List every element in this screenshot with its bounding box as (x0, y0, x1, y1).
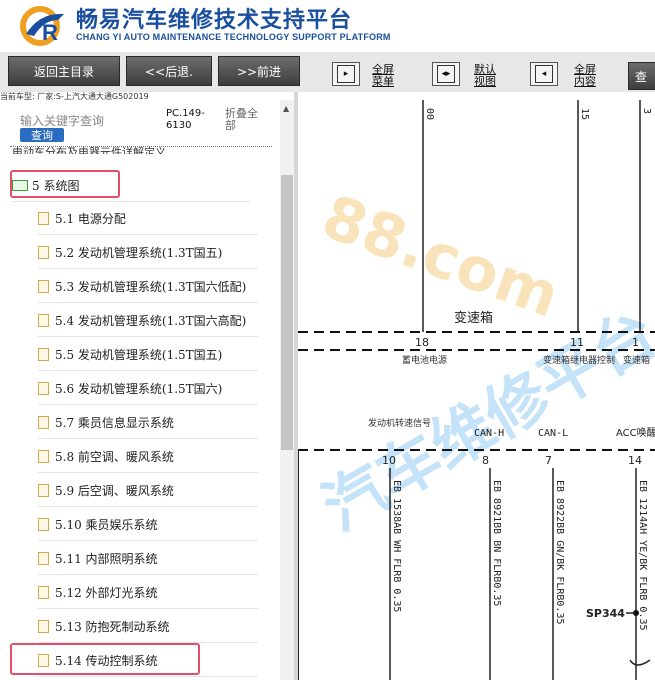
back-button[interactable]: <<后退. (126, 56, 212, 86)
full-menu-toggle[interactable]: ▸ (332, 62, 360, 86)
bottom-label: CAN-L (538, 428, 568, 439)
tree-item-label: 5.1 电源分配 (55, 212, 126, 226)
default-view-link[interactable]: 默认 视图 (474, 64, 496, 88)
tree-item-label: 5.11 内部照明系统 (55, 552, 158, 566)
scrollbar-thumb[interactable] (281, 175, 293, 450)
document-icon (38, 450, 49, 463)
full-content-toggle[interactable]: ◂ (530, 62, 558, 86)
mid-pin-number: 18 (415, 336, 429, 349)
tree-item-label: 5.8 前空调、暖风系统 (55, 450, 174, 464)
default-view-toggle[interactable]: ◂▸ (432, 62, 460, 86)
document-icon (38, 552, 49, 565)
mid-label: 变速箱 (623, 354, 650, 366)
full-menu-link[interactable]: 全屏 菜单 (372, 64, 394, 88)
document-icon (38, 416, 49, 429)
tree-item[interactable]: 5.5 发动机管理系统(1.5T国五) (38, 339, 258, 371)
panel-left-icon: ▸ (337, 65, 355, 83)
mid-pin-number: 11 (570, 336, 584, 349)
wire-code: EB 8921BB BN FLRB0.35 (491, 480, 502, 606)
tree-item[interactable]: 5.2 发动机管理系统(1.3T国五) (38, 237, 258, 269)
highlight-root (10, 170, 120, 198)
tree-item-label: 5.7 乘员信息显示系统 (55, 416, 174, 430)
brand-logo-icon: R (20, 6, 64, 46)
search-button[interactable]: 查询 (20, 128, 64, 142)
bottom-label: 发动机转速信号 (368, 417, 431, 429)
toolbar: 返回主目录 <<后退. >>前进 ▸ 全屏 菜单 ◂▸ 默认 视图 ◂ 全屏 内容 (0, 52, 655, 92)
document-icon (38, 314, 49, 327)
document-icon (38, 518, 49, 531)
tree-item-label: 5.6 发动机管理系统(1.5T国六) (55, 382, 223, 396)
brand-title: 畅易汽车维修技术支持平台 (76, 8, 353, 33)
bottom-pin-number: 14 (628, 454, 642, 467)
document-icon (38, 382, 49, 395)
wire-code: EB 1214AH YE/BK FLRB 0.35 (637, 480, 648, 631)
tree-item-label: 5.4 发动机管理系统(1.3T国六高配) (55, 314, 247, 328)
document-icon (38, 484, 49, 497)
wiring-diagram-svg: 88.com汽车维修平台00 15 3变速箱18 11 1蓄电池电源 变速箱继电器控制 变速… (298, 100, 655, 680)
document-icon (38, 246, 49, 259)
bottom-pin-number: 8 (482, 454, 489, 467)
bottom-label: CAN-H (474, 428, 504, 439)
tree-item[interactable]: 5.13 防抱死制动系统 (38, 611, 258, 643)
collapse-all-link[interactable]: 折叠全部 (225, 108, 267, 132)
tree-panel: 输入关键字查询 查询 PC.149-6130 折叠全部 电动车分布及电器元件详解… (0, 100, 296, 680)
scroll-up-icon[interactable]: ▲ (283, 104, 289, 113)
tree-item[interactable]: 5.8 前空调、暖风系统 (38, 441, 258, 473)
top-pin-label: 15 (579, 108, 590, 120)
tree-item-label: 5.13 防抱死制动系统 (55, 620, 170, 634)
mid-pin-number: 1 (632, 336, 639, 349)
tree-item[interactable]: 5.11 内部照明系统 (38, 543, 258, 575)
tree-item[interactable]: 5.3 发动机管理系统(1.3T国六低配) (38, 271, 258, 303)
bottom-pin-number: 10 (382, 454, 396, 467)
highlight-selected (10, 643, 200, 675)
brand-subtitle: CHANG YI AUTO MAINTENANCE TECHNOLOGY SUP… (76, 32, 391, 42)
box-title: 变速箱 (454, 310, 493, 326)
watermark-text: 汽车维修平台 (310, 296, 655, 545)
wiring-diagram: 88.com 汽车维修平台 00 15 3 变速箱 18 11 1 蓄电池电源 变速箱继电器控制 变速… (298, 100, 655, 680)
tree-item-label: 5.5 发动机管理系统(1.5T国五) (55, 348, 223, 362)
wire-curve (629, 659, 651, 666)
wire-code: EB 8922BB GN/BK FLRB0.35 (554, 480, 565, 625)
tree-item-label: 5.9 后空调、暖风系统 (55, 484, 174, 498)
tree-item-label: 5.12 外部灯光系统 (55, 586, 158, 600)
splice-label: SP344 (586, 607, 625, 620)
forward-button[interactable]: >>前进 (218, 56, 300, 86)
wire-code: EB 1538AB WH FLRB 0.35 (391, 480, 402, 612)
tree-item[interactable]: 5.9 后空调、暖风系统 (38, 475, 258, 507)
tree-item[interactable]: 5.12 外部灯光系统 (38, 577, 258, 609)
document-icon (38, 212, 49, 225)
document-icon (38, 620, 49, 633)
back-to-main-button[interactable]: 返回主目录 (8, 56, 120, 86)
top-pin-label: 00 (424, 108, 435, 120)
bottom-label: ACC唤醒 (616, 426, 655, 439)
svg-text:R: R (42, 20, 58, 45)
tree-item[interactable]: 5.4 发动机管理系统(1.3T国六高配) (38, 305, 258, 337)
tree-item[interactable]: 5.6 发动机管理系统(1.5T国六) (38, 373, 258, 405)
tree-item[interactable]: 5.7 乘员信息显示系统 (38, 407, 258, 439)
document-icon (38, 348, 49, 361)
tree-item[interactable]: 5.10 乘员娱乐系统 (38, 509, 258, 541)
panel-right-icon: ◂ (535, 65, 553, 83)
app-header: R 畅易汽车维修技术支持平台 CHANG YI AUTO MAINTENANCE… (0, 0, 655, 52)
tree-item[interactable]: 5.1 电源分配 (38, 203, 258, 235)
doc-code: PC.149-6130 (166, 108, 205, 131)
query-top-button[interactable]: 查 (628, 62, 655, 90)
tree-item-label: 5.10 乘员娱乐系统 (55, 518, 158, 532)
bottom-pin-number: 7 (545, 454, 552, 467)
divider (10, 146, 272, 147)
split-view-icon: ◂▸ (437, 65, 455, 83)
watermark-number: 88.com (313, 182, 568, 332)
full-content-link[interactable]: 全屏 内容 (574, 64, 596, 88)
document-icon (38, 586, 49, 599)
mid-label: 变速箱继电器控制 (543, 354, 615, 366)
tree-item-label: 5.3 发动机管理系统(1.3T国六低配) (55, 280, 247, 294)
mid-label: 蓄电池电源 (402, 354, 447, 366)
document-icon (38, 280, 49, 293)
top-pin-label: 3 (641, 108, 652, 114)
tree-item-label: 5.2 发动机管理系统(1.3T国五) (55, 246, 223, 260)
